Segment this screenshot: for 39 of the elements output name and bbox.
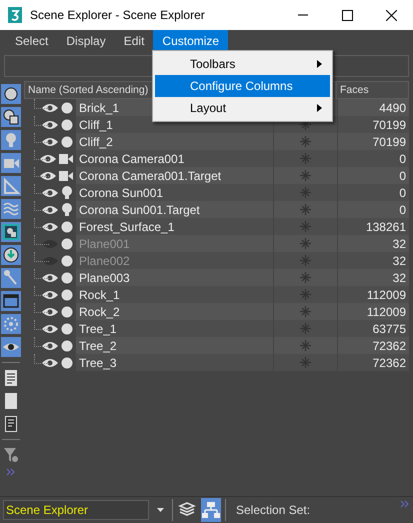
faces-cell: 0 [337, 201, 409, 218]
name-cell[interactable]: Cliff_2 [76, 133, 273, 150]
explorer-dropdown[interactable]: Scene Explorer [3, 500, 149, 520]
faces-cell: 4490 [337, 99, 409, 116]
name-cell[interactable]: Rock_2 [76, 303, 273, 320]
menu-option[interactable]: Toolbars [155, 53, 330, 75]
column-header[interactable]: Faces [336, 81, 409, 99]
menu-option[interactable]: Layout [155, 97, 330, 119]
name-cell[interactable]: Tree_2 [76, 337, 273, 354]
faces-cell: 32 [337, 235, 409, 252]
faces-cell: 70199 [337, 133, 409, 150]
menu-item[interactable]: Edit [114, 30, 154, 52]
window-title: Scene Explorer - Scene Explorer [30, 8, 206, 22]
name-cell[interactable]: Corona Camera001.Target [76, 167, 273, 184]
menu-item[interactable]: Customize [153, 30, 228, 52]
faces-cell: 0 [337, 184, 409, 201]
name-cell[interactable]: Corona Camera001 [76, 150, 273, 167]
menu-item[interactable]: Display [57, 30, 115, 52]
name-cell[interactable]: Corona Sun001.Target [76, 201, 273, 218]
name-cell[interactable]: Forest_Surface_1 [76, 218, 273, 235]
menu-option[interactable]: Configure Columns [155, 75, 330, 97]
faces-cell: 32 [337, 269, 409, 286]
name-cell[interactable]: Tree_3 [76, 354, 273, 371]
name-cell[interactable]: Rock_1 [76, 286, 273, 303]
menu-item[interactable]: Select [6, 30, 58, 52]
faces-cell: 63775 [337, 320, 409, 337]
faces-cell: 112009 [337, 286, 409, 303]
name-cell[interactable]: Tree_1 [76, 320, 273, 337]
faces-cell: 112009 [337, 303, 409, 320]
faces-cell: 0 [337, 150, 409, 167]
faces-cell: 72362 [337, 337, 409, 354]
faces-cell: 72362 [337, 354, 409, 371]
faces-cell: 32 [337, 252, 409, 269]
name-cell[interactable]: Corona Sun001 [76, 184, 273, 201]
faces-cell: 0 [337, 167, 409, 184]
faces-cell: 138261 [337, 218, 409, 235]
selection-set-label: Selection Set: [236, 503, 310, 517]
faces-cell: 70199 [337, 116, 409, 133]
name-cell[interactable]: Plane003 [76, 269, 273, 286]
